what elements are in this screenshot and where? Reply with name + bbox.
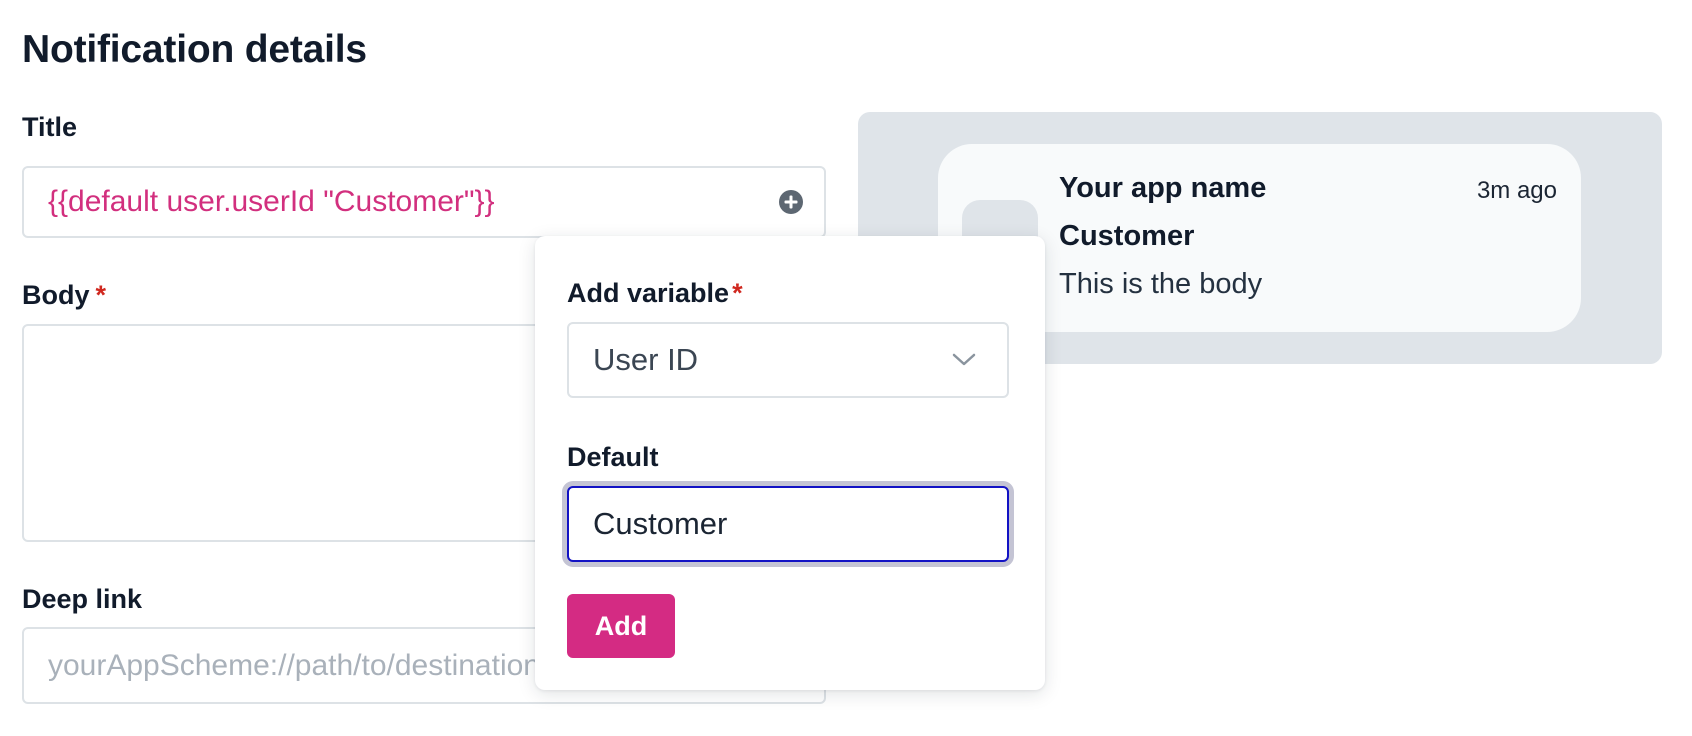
add-variable-label: Add variable *: [567, 278, 743, 309]
preview-title: Customer: [1059, 220, 1195, 252]
variable-select[interactable]: User ID: [567, 322, 1009, 398]
default-label: Default: [567, 442, 659, 472]
body-label-text: Body: [22, 280, 90, 310]
plus-circle-icon[interactable]: [778, 189, 804, 215]
default-value-text: Customer: [593, 506, 728, 541]
deep-link-label: Deep link: [22, 584, 143, 614]
required-mark: *: [732, 278, 743, 308]
add-variable-popover: Add variable * User ID Default Customer A…: [535, 236, 1045, 690]
add-button[interactable]: Add: [567, 594, 675, 658]
variable-select-value: User ID: [593, 342, 699, 377]
add-variable-label-text: Add variable: [567, 278, 730, 308]
title-input[interactable]: {{default user.userId "Customer"}}: [22, 166, 826, 238]
title-label: Title: [22, 112, 78, 142]
chevron-down-icon: [952, 353, 976, 366]
required-mark: *: [95, 280, 107, 310]
default-value-input[interactable]: Customer: [567, 486, 1009, 562]
preview-body: This is the body: [1059, 268, 1263, 300]
body-label: Body *: [22, 280, 106, 311]
preview-app-name: Your app name: [1059, 172, 1267, 204]
title-value: {{default user.userId "Customer"}}: [48, 185, 495, 218]
deep-link-placeholder: yourAppScheme://path/to/destination: [48, 648, 540, 682]
preview-time: 3m ago: [1476, 177, 1557, 204]
page-title: Notification details: [22, 28, 367, 71]
